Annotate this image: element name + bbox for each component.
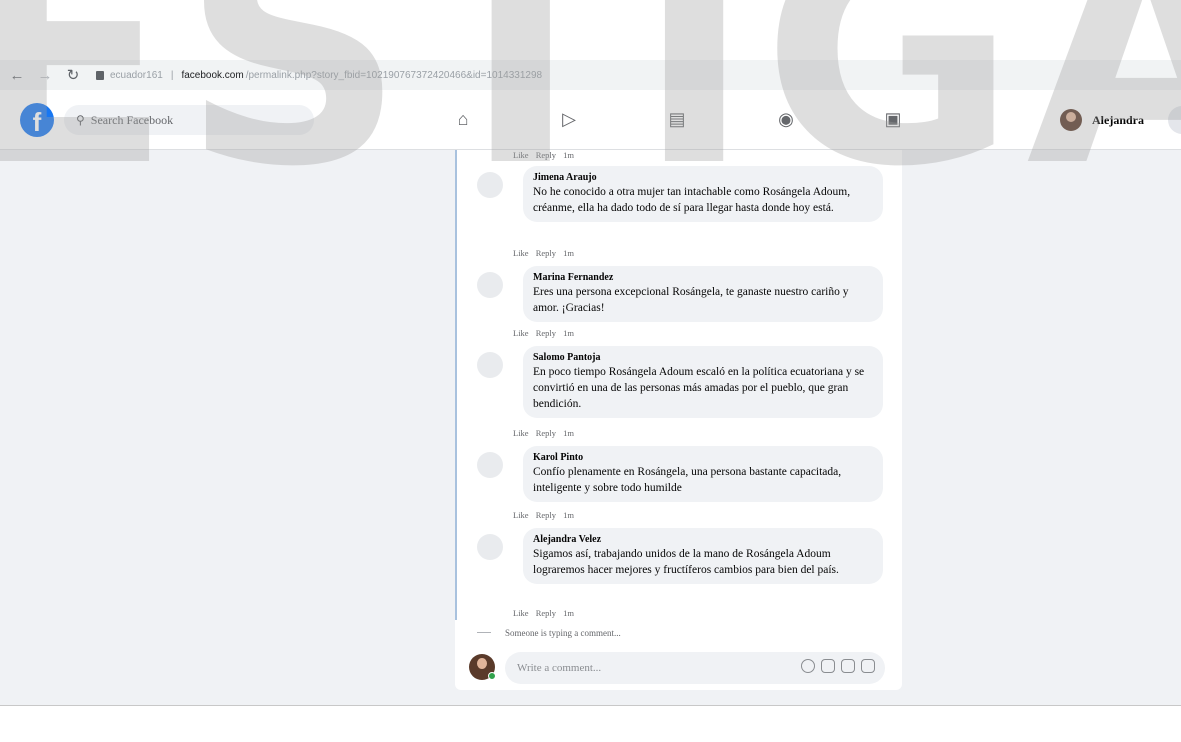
- typing-indicator-line: [477, 632, 491, 633]
- comment-author[interactable]: Marina Fernandez: [533, 271, 873, 284]
- comment-bubble: Alejandra Velez Sigamos así, trabajando …: [523, 528, 883, 584]
- home-icon[interactable]: ⌂: [452, 108, 474, 130]
- url-divider: |: [170, 69, 174, 81]
- lock-icon: [96, 70, 104, 80]
- comment-time: 1m: [563, 248, 575, 258]
- reply-link[interactable]: Reply: [536, 248, 556, 258]
- reply-link[interactable]: Reply: [536, 328, 556, 338]
- browser-toolbar: ← → ↻ ecuador161 | facebook.com /permali…: [0, 60, 1181, 90]
- comment-actions: Like Reply 1m: [513, 510, 579, 520]
- groups-icon[interactable]: ◉: [775, 108, 797, 130]
- comment-bubble: Karol Pinto Confío plenamente en Rosánge…: [523, 446, 883, 502]
- watch-icon[interactable]: ▷: [558, 108, 580, 130]
- avatar[interactable]: [477, 172, 503, 198]
- comment-thread-line: [455, 150, 457, 620]
- comment-text: Eres una persona excepcional Rosángela, …: [533, 286, 849, 314]
- comment-time: 1m: [563, 328, 575, 338]
- avatar: [1060, 109, 1082, 131]
- sticker-icon[interactable]: [861, 659, 875, 673]
- comment-text: No he conocido a otra mujer tan intachab…: [533, 186, 851, 214]
- like-link[interactable]: Like: [513, 428, 529, 438]
- avatar[interactable]: [477, 534, 503, 560]
- avatar[interactable]: [477, 272, 503, 298]
- reply-link[interactable]: Reply: [536, 428, 556, 438]
- like-link[interactable]: Like: [513, 510, 529, 520]
- comment-author[interactable]: Jimena Araujo: [533, 171, 873, 184]
- gif-icon[interactable]: [841, 659, 855, 673]
- like-link[interactable]: Like: [513, 248, 529, 258]
- comment-composer[interactable]: [505, 652, 885, 684]
- comment-time: 1m: [563, 608, 575, 618]
- marketplace-icon[interactable]: ▤: [666, 108, 688, 130]
- post-card: Like Reply 1m Jimena Araujo No he conoci…: [455, 150, 902, 690]
- arrow-right-icon[interactable]: →: [34, 64, 56, 86]
- reply-link[interactable]: Reply: [536, 150, 556, 160]
- comment-author[interactable]: Alejandra Velez: [533, 533, 873, 546]
- comment-time: 1m: [563, 428, 575, 438]
- url-host: facebook.com: [181, 69, 244, 81]
- comment-bubble: Salomo Pantoja En poco tiempo Rosángela …: [523, 346, 883, 418]
- divider: [0, 705, 1181, 706]
- avatar[interactable]: [477, 352, 503, 378]
- search-placeholder: Search Facebook: [90, 112, 174, 127]
- emoji-icon[interactable]: [801, 659, 815, 673]
- facebook-logo-icon[interactable]: f: [20, 103, 54, 137]
- comment-text: Sigamos así, trabajando unidos de la man…: [533, 548, 839, 576]
- url-path: /permalink.php?story_fbid=10219076737242…: [245, 69, 543, 81]
- facebook-header: f ⚲ Search Facebook ⌂ ▷ ▤ ◉ ▣ Alejandra: [0, 92, 1181, 150]
- comment-text: En poco tiempo Rosángela Adoum escaló en…: [533, 366, 865, 410]
- profile-shortcut[interactable]: Alejandra: [1060, 108, 1144, 132]
- comment-author[interactable]: Salomo Pantoja: [533, 351, 873, 364]
- comment-actions: Like Reply 1m: [513, 150, 579, 160]
- reply-link[interactable]: Reply: [536, 608, 556, 618]
- arrow-left-icon[interactable]: ←: [6, 64, 28, 86]
- menu-button[interactable]: [1168, 106, 1181, 134]
- gaming-icon[interactable]: ▣: [882, 108, 904, 130]
- camera-icon[interactable]: [821, 659, 835, 673]
- url-prefix: ecuador161: [110, 69, 163, 81]
- like-link[interactable]: Like: [513, 150, 529, 160]
- comment-author[interactable]: Karol Pinto: [533, 451, 873, 464]
- search-input[interactable]: ⚲ Search Facebook: [64, 105, 314, 135]
- like-link[interactable]: Like: [513, 328, 529, 338]
- reload-icon[interactable]: ↻: [62, 64, 84, 86]
- typing-indicator: Someone is typing a comment...: [505, 628, 621, 638]
- comment-actions: Like Reply 1m: [513, 248, 579, 258]
- comment-text: Confío plenamente en Rosángela, una pers…: [533, 466, 842, 494]
- comment-time: 1m: [563, 510, 575, 520]
- search-icon: ⚲: [76, 112, 85, 127]
- address-bar[interactable]: ecuador161 | facebook.com /permalink.php…: [96, 64, 836, 86]
- comment-bubble: Marina Fernandez Eres una persona excepc…: [523, 266, 883, 322]
- comment-actions: Like Reply 1m: [513, 608, 579, 618]
- comment-input[interactable]: [517, 662, 757, 674]
- avatar[interactable]: [477, 452, 503, 478]
- comment-bubble: Jimena Araujo No he conocido a otra muje…: [523, 166, 883, 222]
- composer-icons: [795, 659, 875, 673]
- comment-actions: Like Reply 1m: [513, 328, 579, 338]
- comment-actions: Like Reply 1m: [513, 428, 579, 438]
- screenshot-root: ← → ↻ ecuador161 | facebook.com /permali…: [0, 0, 1181, 742]
- online-status-dot: [488, 672, 496, 680]
- like-link[interactable]: Like: [513, 608, 529, 618]
- profile-name: Alejandra: [1092, 112, 1144, 127]
- comment-time: 1m: [563, 150, 575, 160]
- reply-link[interactable]: Reply: [536, 510, 556, 520]
